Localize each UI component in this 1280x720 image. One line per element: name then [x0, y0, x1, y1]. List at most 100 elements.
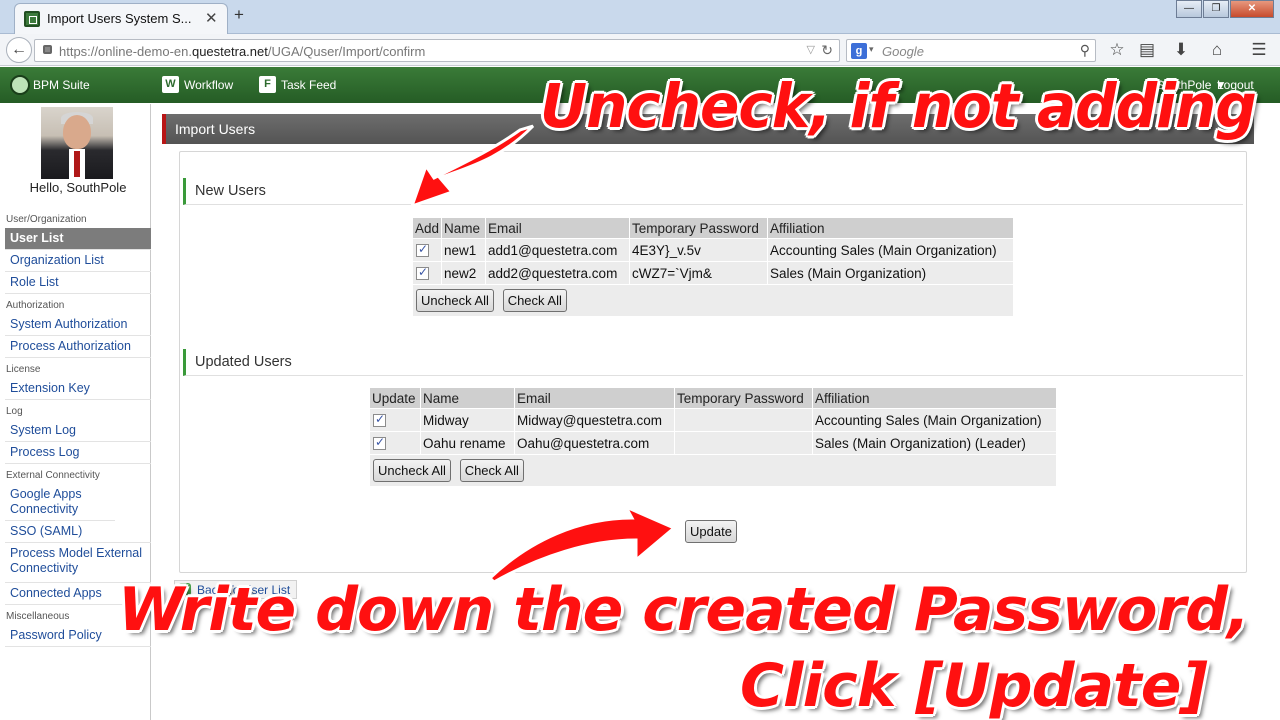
add-cell: [411, 238, 443, 262]
column-header: Email: [514, 387, 675, 409]
sidebar-item-process-authorization[interactable]: Process Authorization: [5, 336, 151, 358]
app-logo-text[interactable]: BPM Suite: [33, 78, 90, 92]
workflow-icon: W: [162, 76, 179, 93]
browser-tab[interactable]: Import Users System S... ✕: [14, 3, 228, 34]
bookmark-star-icon[interactable]: ☆: [1107, 40, 1127, 60]
name-cell: new1: [441, 238, 487, 262]
reading-list-icon[interactable]: ▤: [1137, 40, 1157, 60]
email-cell: add1@questetra.com: [485, 238, 631, 262]
sidebar-section-license: License: [6, 364, 41, 375]
google-icon[interactable]: g: [851, 43, 867, 59]
column-header: Name: [420, 387, 515, 409]
tab-title: Import Users System S...: [47, 11, 192, 26]
email-cell: Midway@questetra.com: [514, 408, 675, 432]
annotation-write-password: Write down the created Password,: [118, 575, 1250, 645]
sidebar-item-process-log[interactable]: Process Log: [5, 442, 151, 464]
check-all-button[interactable]: Check All: [502, 289, 567, 312]
nav-workflow[interactable]: W Workflow: [162, 76, 233, 93]
affiliation-cell: Sales (Main Organization): [767, 261, 1014, 285]
search-icon[interactable]: ⚲: [1080, 42, 1090, 59]
address-bar[interactable]: https://online-demo-en.questetra.net/UGA…: [34, 39, 840, 62]
add-checkbox[interactable]: [416, 242, 429, 258]
table-row: Midway Midway@questetra.com Accounting S…: [369, 408, 1057, 432]
update-button[interactable]: Update: [685, 520, 737, 543]
nav-task-feed-label: Task Feed: [281, 77, 337, 92]
sidebar-item-sso-saml[interactable]: SSO (SAML): [5, 521, 151, 543]
column-header: Name: [441, 217, 487, 239]
check-all-button[interactable]: Check All: [459, 459, 524, 482]
column-header: Email: [485, 217, 631, 239]
password-cell: [674, 408, 813, 432]
sidebar-item-google-apps-connectivity[interactable]: Google Apps Connectivity: [5, 484, 115, 521]
uncheck-all-button[interactable]: Uncheck All: [416, 289, 494, 312]
sidebar-section-log: Log: [6, 406, 23, 417]
update-checkbox[interactable]: [373, 435, 386, 451]
sidebar-item-role-list[interactable]: Role List: [5, 272, 151, 294]
bpm-logo-icon[interactable]: [10, 75, 30, 95]
window-controls: — ❐ ✕: [1175, 0, 1274, 18]
new-users-title: New Users: [183, 178, 1243, 205]
name-cell: new2: [441, 261, 487, 285]
search-engine-dropdown-icon[interactable]: ▾: [869, 44, 874, 55]
password-cell: [674, 431, 813, 455]
table-row: new1 add1@questetra.com 4E3Y}_v.5v Accou…: [411, 238, 1014, 262]
url-dropdown-icon[interactable]: ▽: [807, 43, 815, 56]
annotation-click-update: Click [Update]: [740, 651, 1208, 720]
add-checkbox[interactable]: [416, 265, 429, 281]
column-header: Temporary Password: [674, 387, 813, 409]
lock-icon: [43, 45, 52, 54]
nav-workflow-label: Workflow: [184, 77, 234, 92]
table-header-row: Update Name Email Temporary Password Aff…: [369, 387, 1057, 409]
annotation-uncheck: Uncheck, if not adding: [540, 70, 1257, 142]
avatar: [41, 107, 113, 179]
sidebar-item-user-list[interactable]: User List: [5, 228, 151, 250]
affiliation-cell: Accounting Sales (Main Organization): [767, 238, 1014, 262]
email-cell: add2@questetra.com: [485, 261, 631, 285]
name-cell: Midway: [420, 408, 515, 432]
sidebar-item-system-authorization[interactable]: System Authorization: [5, 314, 151, 336]
menu-icon[interactable]: ☰: [1249, 40, 1269, 60]
update-cell: [369, 408, 421, 432]
table-row: Oahu rename Oahu@questetra.com Sales (Ma…: [369, 431, 1057, 455]
sidebar-item-extension-key[interactable]: Extension Key: [5, 378, 151, 400]
table-row: new2 add2@questetra.com cWZ7=`Vjm& Sales…: [411, 261, 1014, 285]
download-icon[interactable]: ⬇: [1171, 40, 1191, 60]
email-cell: Oahu@questetra.com: [514, 431, 675, 455]
sidebar-item-system-log[interactable]: System Log: [5, 420, 151, 442]
questetra-favicon-icon: [24, 11, 40, 27]
table-button-row: Uncheck All Check All: [412, 284, 1014, 317]
home-icon[interactable]: ⌂: [1207, 40, 1227, 60]
password-cell: 4E3Y}_v.5v: [629, 238, 769, 262]
new-users-table: Add Name Email Temporary Password Affili…: [411, 217, 1014, 317]
browser-titlebar: Import Users System S... ✕ + — ❐ ✕: [0, 0, 1280, 34]
sidebar-section-user-organization: User/Organization: [6, 214, 87, 225]
add-cell: [411, 261, 443, 285]
search-bar[interactable]: g ▾ Google ⚲: [846, 39, 1096, 62]
browser-navbar: ← https://online-demo-en.questetra.net/U…: [0, 34, 1280, 66]
nav-task-feed[interactable]: F Task Feed: [259, 76, 336, 93]
update-cell: [369, 431, 421, 455]
tab-close-icon[interactable]: ✕: [205, 9, 218, 27]
name-cell: Oahu rename: [420, 431, 515, 455]
uncheck-all-button[interactable]: Uncheck All: [373, 459, 451, 482]
column-header: Affiliation: [767, 217, 1014, 239]
minimize-button[interactable]: —: [1176, 0, 1202, 18]
sidebar-item-organization-list[interactable]: Organization List: [5, 250, 151, 272]
back-arrow-icon[interactable]: ←: [6, 37, 32, 63]
affiliation-cell: Accounting Sales (Main Organization): [812, 408, 1057, 432]
affiliation-cell: Sales (Main Organization) (Leader): [812, 431, 1057, 455]
close-window-button[interactable]: ✕: [1230, 0, 1274, 18]
updated-users-table: Update Name Email Temporary Password Aff…: [369, 387, 1057, 487]
reload-icon[interactable]: ↻: [821, 42, 833, 59]
maximize-button[interactable]: ❐: [1203, 0, 1229, 18]
update-checkbox[interactable]: [373, 412, 386, 428]
new-tab-button[interactable]: +: [234, 5, 244, 25]
password-cell: cWZ7=`Vjm&: [629, 261, 769, 285]
sidebar-section-external-connectivity: External Connectivity: [6, 470, 100, 481]
column-header: Add: [411, 217, 443, 239]
table-button-row: Uncheck All Check All: [369, 454, 1057, 487]
button-cell: Uncheck All Check All: [412, 284, 1014, 317]
url-text[interactable]: https://online-demo-en.questetra.net/UGA…: [59, 44, 425, 59]
greeting: Hello, SouthPole: [29, 180, 127, 195]
search-placeholder: Google: [882, 44, 924, 59]
